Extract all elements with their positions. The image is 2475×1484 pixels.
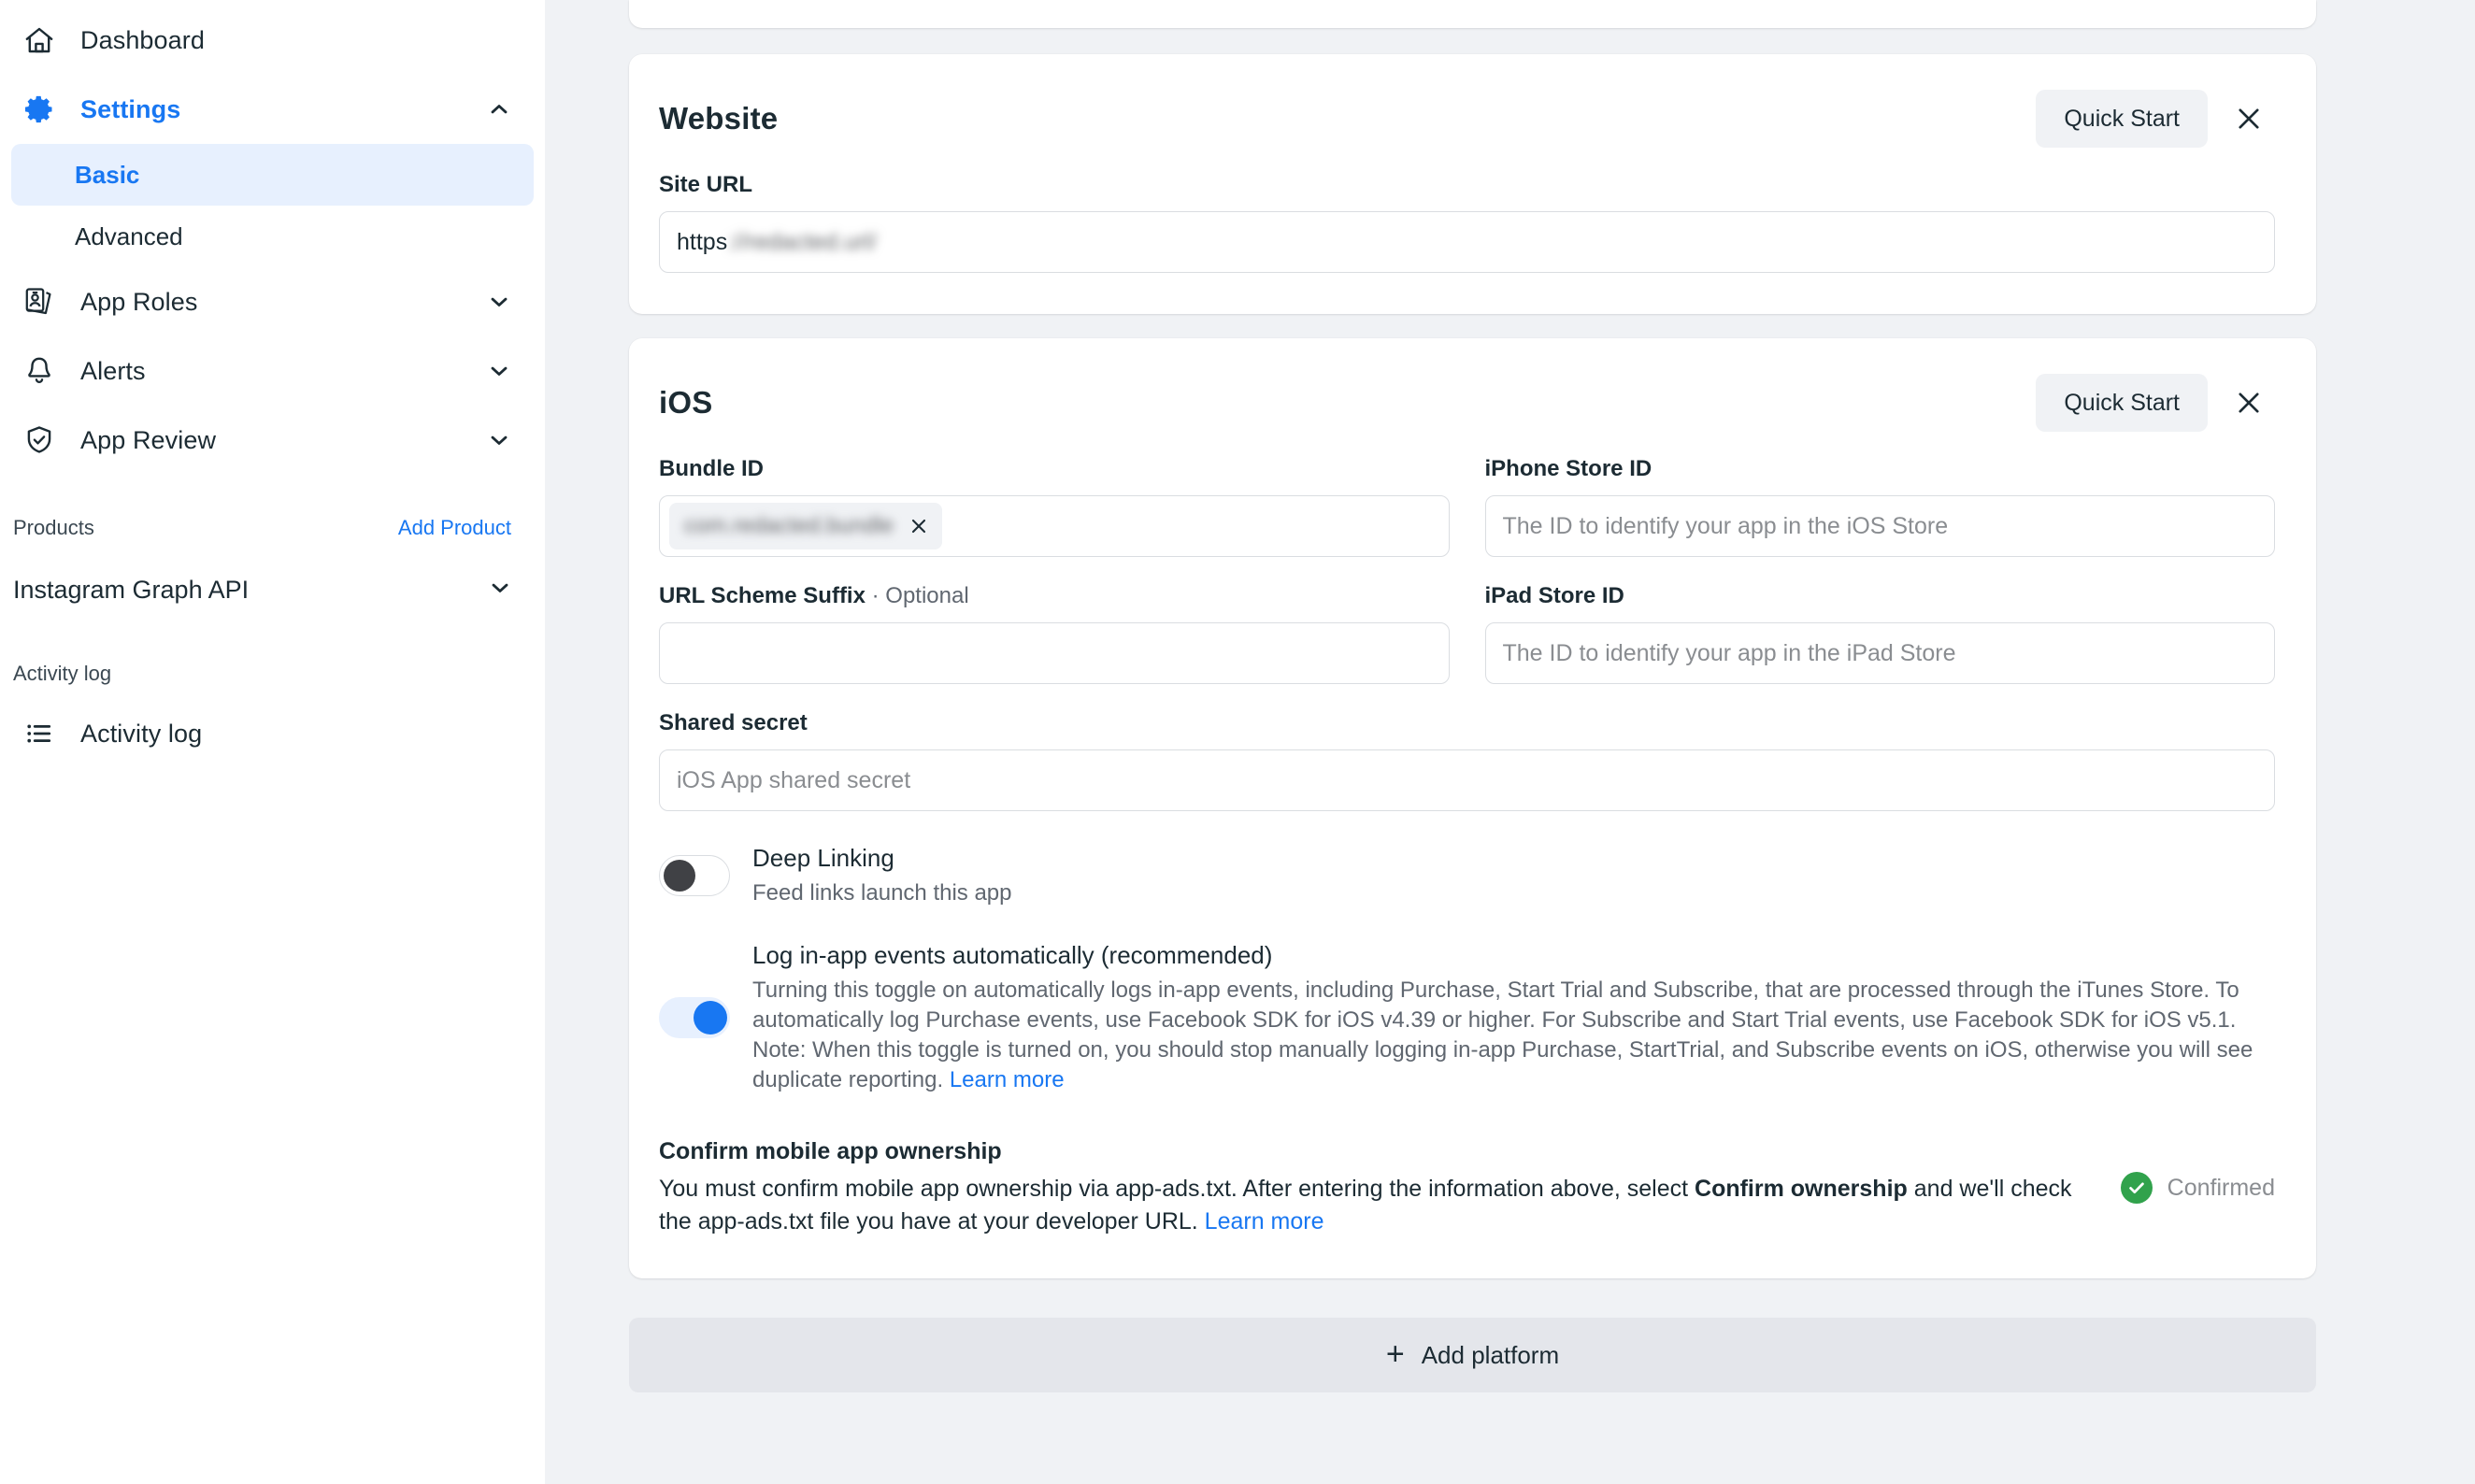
- add-platform-button[interactable]: + Add platform: [629, 1318, 2316, 1393]
- previous-card-partial: [629, 0, 2316, 28]
- confirm-ownership-title: Confirm mobile app ownership: [659, 1138, 1002, 1165]
- sidebar-item-basic[interactable]: Basic: [11, 144, 534, 206]
- confirm-ownership-body: You must confirm mobile app ownership vi…: [659, 1173, 2093, 1237]
- confirm-ownership-text-block: Confirm mobile app ownership You must co…: [659, 1138, 2093, 1237]
- list-icon: [19, 713, 60, 754]
- sidebar-item-app-review[interactable]: App Review: [0, 406, 545, 475]
- url-scheme-suffix-input[interactable]: [659, 622, 1450, 684]
- id-card-icon: [19, 281, 60, 322]
- sidebar-item-label: Dashboard: [80, 25, 205, 54]
- log-events-title: Log in-app events automatically (recomme…: [752, 940, 1273, 969]
- toggle-knob: [664, 859, 695, 892]
- close-icon[interactable]: [907, 514, 931, 538]
- status-badge: Confirmed: [2120, 1138, 2275, 1205]
- iphone-store-id-input[interactable]: [1484, 495, 2275, 557]
- sidebar-item-settings[interactable]: Settings: [0, 75, 545, 144]
- close-icon[interactable]: [2223, 377, 2275, 429]
- add-platform-label: Add platform: [1421, 1340, 1560, 1369]
- deep-linking-title: Deep Linking: [752, 844, 894, 872]
- ios-card-header: iOS Quick Start: [629, 338, 2316, 432]
- sidebar-item-label: Settings: [80, 94, 181, 123]
- website-card-body: Site URL https://redacted.url/: [629, 148, 2316, 314]
- ipad-store-id-input[interactable]: [1484, 622, 2275, 684]
- sidebar: Dashboard Settings Basic Advanced App Ro…: [0, 0, 545, 1484]
- activity-log-section-label: Activity log: [13, 662, 112, 685]
- gear-icon: [19, 89, 60, 130]
- bundle-id-input[interactable]: com.redacted.bundle: [659, 495, 1450, 557]
- quick-start-button[interactable]: Quick Start: [2036, 374, 2208, 432]
- website-platform-card: Website Quick Start Site URL https://red…: [629, 54, 2316, 314]
- iphone-store-id-label: iPhone Store ID: [1484, 456, 1652, 481]
- deep-linking-subtitle: Feed links launch this app: [752, 879, 1012, 906]
- chevron-down-icon[interactable]: [487, 575, 513, 606]
- shared-secret-input[interactable]: [659, 749, 2275, 811]
- quick-start-button[interactable]: Quick Start: [2036, 90, 2208, 148]
- website-card-header: Website Quick Start: [629, 54, 2316, 148]
- sidebar-item-alerts[interactable]: Alerts: [0, 336, 545, 406]
- sidebar-item-label: Alerts: [80, 356, 146, 385]
- sidebar-item-label: Activity log: [80, 719, 203, 748]
- sidebar-item-instagram-graph-api[interactable]: Instagram Graph API: [0, 555, 545, 624]
- site-url-value-prefix: https: [677, 228, 728, 255]
- ipad-store-id-field: iPad Store ID: [1484, 583, 2275, 684]
- ios-fields-grid: Bundle ID com.redacted.bundle iPhone Sto: [659, 456, 2275, 684]
- bundle-id-field: Bundle ID com.redacted.bundle: [659, 456, 1450, 557]
- sidebar-item-label: Instagram Graph API: [13, 575, 250, 604]
- check-circle-icon: [2120, 1172, 2153, 1205]
- chevron-down-icon[interactable]: [485, 357, 513, 385]
- url-scheme-suffix-field: URL Scheme Suffix · Optional: [659, 583, 1450, 684]
- site-url-label: Site URL: [659, 172, 753, 197]
- site-url-value-redacted: ://redacted.url/: [727, 228, 878, 255]
- chevron-down-icon[interactable]: [485, 426, 513, 454]
- sidebar-item-label: App Roles: [80, 287, 198, 316]
- ownership-learn-more-link[interactable]: Learn more: [1205, 1208, 1324, 1234]
- deep-linking-texts: Deep Linking Feed links launch this app: [752, 843, 2275, 908]
- ipad-store-id-label: iPad Store ID: [1484, 583, 1624, 608]
- sidebar-item-advanced[interactable]: Advanced: [11, 206, 534, 267]
- sidebar-item-dashboard[interactable]: Dashboard: [0, 6, 545, 75]
- ownership-body-bold: Confirm ownership: [1695, 1176, 1908, 1203]
- deep-linking-toggle[interactable]: [659, 854, 730, 896]
- shared-secret-field: Shared secret: [659, 710, 2275, 811]
- ios-platform-card: iOS Quick Start Bundle ID com.redacted.b…: [629, 338, 2316, 1279]
- shared-secret-label: Shared secret: [659, 710, 808, 735]
- log-events-texts: Log in-app events automatically (recomme…: [752, 940, 2275, 1095]
- bundle-id-chip-value: com.redacted.bundle: [684, 513, 894, 538]
- plus-icon: +: [1385, 1335, 1405, 1372]
- iphone-store-id-field: iPhone Store ID: [1484, 456, 2275, 557]
- add-product-link[interactable]: Add Product: [398, 516, 511, 540]
- toggle-knob: [694, 1000, 727, 1035]
- log-events-description: Turning this toggle on automatically log…: [752, 976, 2275, 1096]
- log-events-row: Log in-app events automatically (recomme…: [659, 940, 2275, 1095]
- app-root: Dashboard Settings Basic Advanced App Ro…: [0, 0, 2475, 1484]
- bundle-id-label: Bundle ID: [659, 456, 764, 481]
- ownership-body-part1: You must confirm mobile app ownership vi…: [659, 1176, 1695, 1203]
- url-scheme-suffix-optional: · Optional: [865, 583, 969, 608]
- url-scheme-suffix-label: URL Scheme Suffix · Optional: [659, 583, 1450, 609]
- log-in-app-events-toggle[interactable]: [659, 996, 730, 1038]
- bundle-id-chip: com.redacted.bundle: [669, 503, 943, 549]
- bell-icon: [19, 350, 60, 392]
- products-section-header: Products Add Product: [0, 501, 545, 555]
- home-icon: [19, 20, 60, 61]
- log-events-learn-more-link[interactable]: Learn more: [950, 1067, 1065, 1092]
- main-content: Website Quick Start Site URL https://red…: [545, 0, 2475, 1484]
- deep-linking-row: Deep Linking Feed links launch this app: [659, 843, 2275, 908]
- url-scheme-suffix-label-text: URL Scheme Suffix: [659, 583, 866, 608]
- page-title: Website: [659, 101, 779, 136]
- close-icon[interactable]: [2223, 93, 2275, 145]
- status-badge-label: Confirmed: [2167, 1174, 2275, 1201]
- site-url-input[interactable]: https://redacted.url/: [659, 211, 2275, 273]
- sidebar-item-activity-log[interactable]: Activity log: [0, 699, 545, 768]
- chevron-up-icon[interactable]: [485, 95, 513, 123]
- ios-card-body: Bundle ID com.redacted.bundle iPhone Sto: [629, 432, 2316, 1278]
- products-label: Products: [13, 516, 94, 539]
- sidebar-item-label: App Review: [80, 425, 217, 454]
- sidebar-item-app-roles[interactable]: App Roles: [0, 267, 545, 336]
- ios-section-title: iOS: [659, 385, 713, 420]
- shield-check-icon: [19, 420, 60, 461]
- chevron-down-icon[interactable]: [485, 288, 513, 316]
- confirm-ownership-section: Confirm mobile app ownership You must co…: [659, 1138, 2275, 1237]
